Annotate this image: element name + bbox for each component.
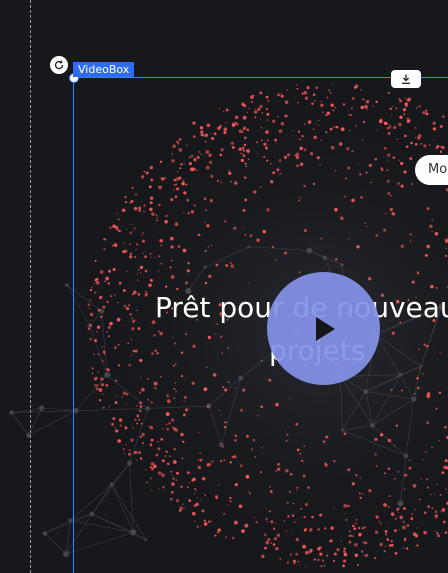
videobox-tag[interactable]: VideoBox (73, 62, 135, 77)
layout-guide (30, 0, 31, 573)
play-button[interactable] (267, 272, 380, 385)
network-node (65, 283, 69, 287)
network-node (38, 405, 45, 411)
play-icon (315, 316, 335, 341)
download-icon (402, 74, 410, 84)
download-button[interactable] (391, 70, 421, 88)
network-node (42, 531, 48, 536)
rotate-icon (54, 60, 64, 70)
more-button[interactable]: Mo (415, 155, 448, 185)
rotate-handle[interactable] (50, 56, 68, 74)
editor-canvas: VideoBox Mo Prêt pour de nouveaux projet… (0, 0, 448, 573)
network-node (68, 518, 73, 523)
network-node (62, 550, 70, 558)
network-node (9, 410, 14, 415)
